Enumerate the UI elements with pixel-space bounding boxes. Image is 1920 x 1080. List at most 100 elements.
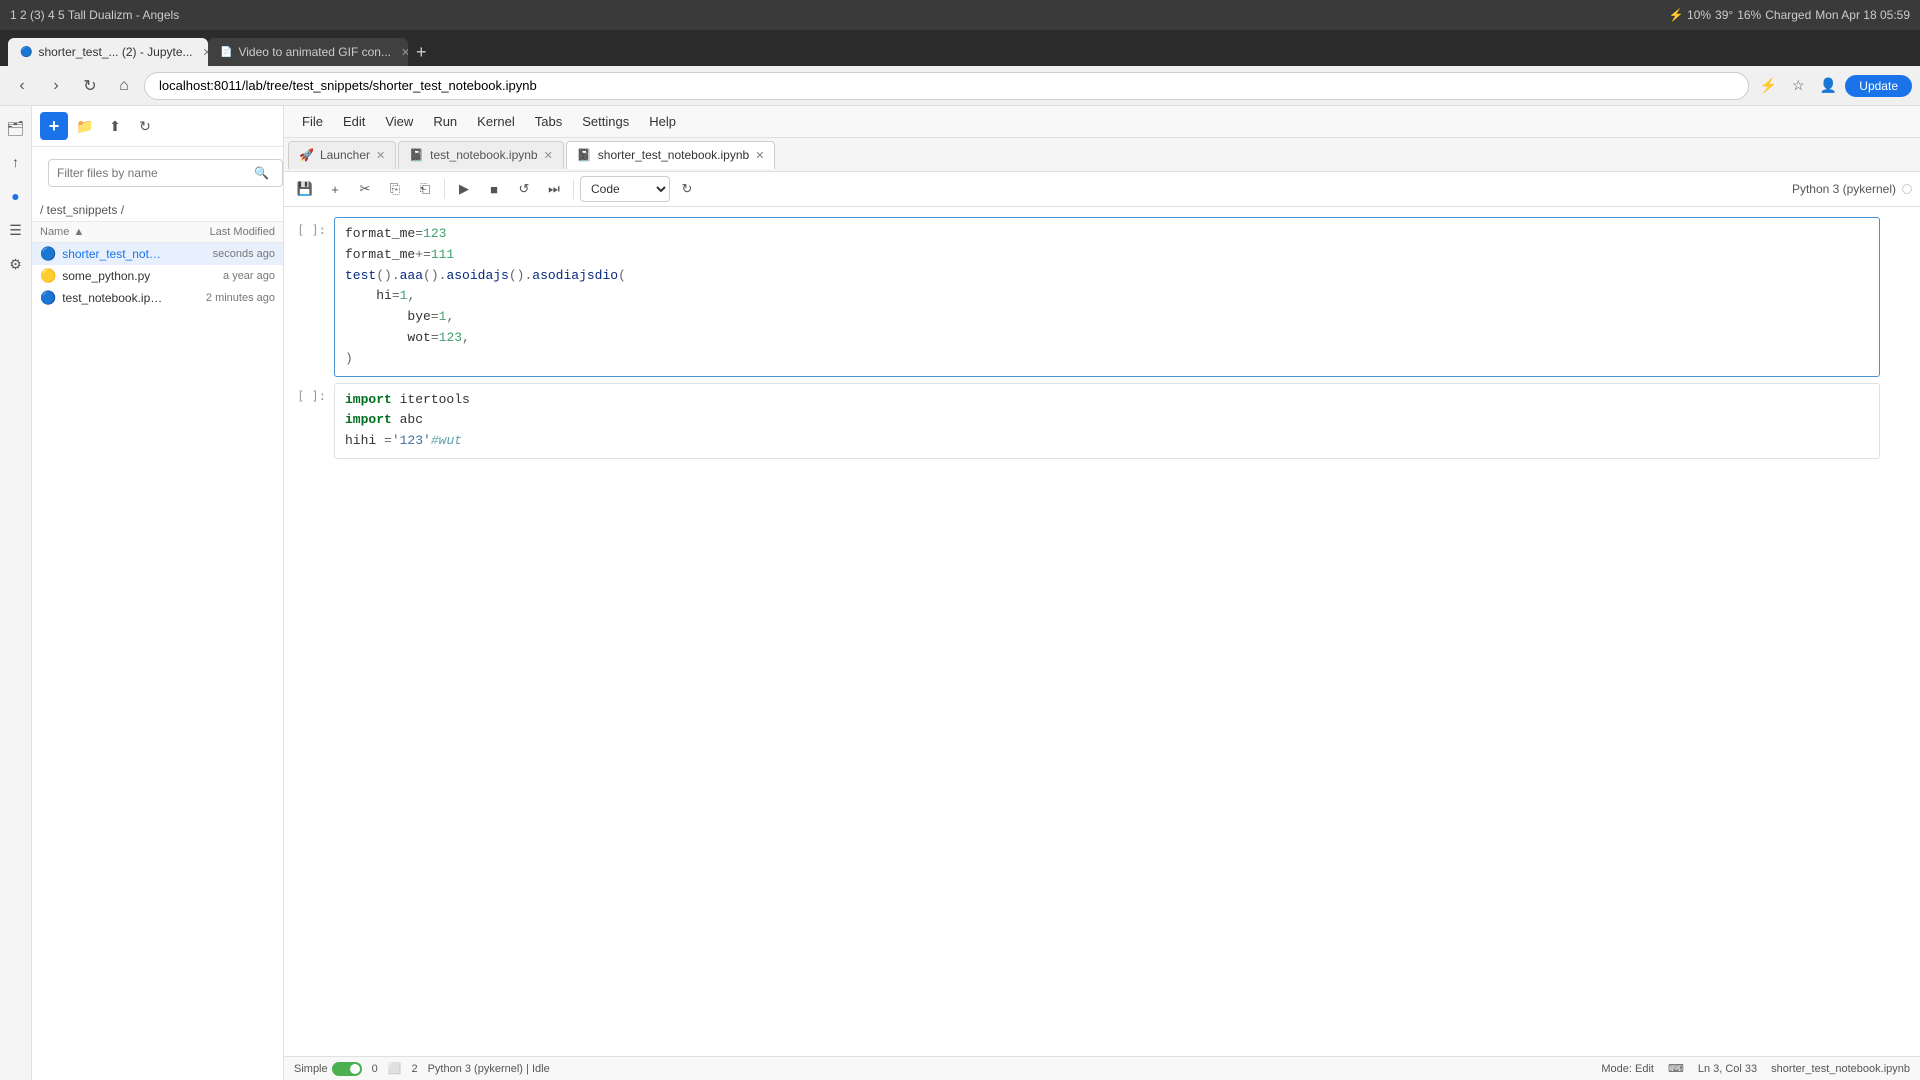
- restart-kernel-button[interactable]: ↺: [511, 176, 537, 202]
- settings-icon-button[interactable]: ⚙: [2, 250, 30, 278]
- list-item[interactable]: 🟡 some_python.py a year ago: [32, 265, 283, 287]
- tab2-close-icon[interactable]: ✕: [401, 46, 408, 59]
- cell-row: [ ]: import itertools import abc hihi ='…: [284, 383, 1920, 459]
- app-container: 🗂 ↑ ● ☰ ⚙ + 📁 ⬆ ↻ 🔍 / test_snippets / Na…: [0, 106, 1920, 1080]
- file-item-name: test_notebook.ipynb: [62, 291, 165, 305]
- open-folder-button[interactable]: 📁: [72, 113, 98, 139]
- clock: Mon Apr 18 05:59: [1815, 8, 1910, 22]
- cell-content-active[interactable]: format_me=123 format_me+=111 test().aaa(…: [334, 217, 1880, 377]
- home-button[interactable]: ⌂: [110, 72, 138, 100]
- file-item-name: shorter_test_notebook.ip...: [62, 247, 165, 261]
- browser-tab-2[interactable]: 📄 Video to animated GIF con... ✕: [208, 38, 408, 66]
- extensions-button[interactable]: ⚡: [1755, 73, 1781, 99]
- test-notebook-tab-close[interactable]: ✕: [544, 149, 553, 162]
- menu-kernel[interactable]: Kernel: [467, 110, 525, 133]
- address-bar[interactable]: [144, 72, 1749, 100]
- list-item[interactable]: 🔵 test_notebook.ipynb 2 minutes ago: [32, 287, 283, 309]
- menu-help[interactable]: Help: [639, 110, 686, 133]
- file-list: 🔵 shorter_test_notebook.ip... seconds ag…: [32, 243, 283, 1080]
- tab-shorter-test[interactable]: 📓 shorter_test_notebook.ipynb ✕: [566, 141, 776, 169]
- running-icon-button[interactable]: ↑: [2, 148, 30, 176]
- file-item-modified: a year ago: [165, 270, 275, 282]
- simple-toggle-track[interactable]: [332, 1062, 362, 1076]
- stop-kernel-button[interactable]: ■: [481, 176, 507, 202]
- paste-cell-button[interactable]: ⎗: [412, 176, 438, 202]
- current-file-name: shorter_test_notebook.ipynb: [1771, 1063, 1910, 1075]
- new-file-button[interactable]: +: [40, 112, 68, 140]
- jupyter-menu-bar: File Edit View Run Kernel Tabs Settings …: [284, 106, 1920, 138]
- memory-status: 16%: [1737, 8, 1761, 22]
- shorter-tab-label: shorter_test_notebook.ipynb: [598, 148, 749, 162]
- kernel-idle-label: Python 3 (pykernel) | Idle: [428, 1063, 550, 1075]
- encoding-icon: ⌨: [1668, 1062, 1684, 1075]
- launcher-tab-icon: 🚀: [299, 148, 314, 162]
- toolbar-separator: [444, 179, 445, 199]
- column-name-header[interactable]: Name ▲: [40, 226, 165, 238]
- refresh-button[interactable]: ↻: [674, 176, 700, 202]
- notebook-tabs: 🚀 Launcher ✕ 📓 test_notebook.ipynb ✕ 📓 s…: [284, 138, 1920, 172]
- jupyter-main: File Edit View Run Kernel Tabs Settings …: [284, 106, 1920, 1080]
- tab1-favicon: 🔵: [20, 47, 32, 58]
- menu-tabs[interactable]: Tabs: [525, 110, 572, 133]
- bookmark-button[interactable]: ☆: [1785, 73, 1811, 99]
- launcher-tab-label: Launcher: [320, 148, 370, 162]
- forward-button[interactable]: ›: [42, 72, 70, 100]
- file-item-modified: seconds ago: [165, 248, 275, 260]
- add-cell-button[interactable]: +: [322, 176, 348, 202]
- tab1-label: shorter_test_... (2) - Jupyte...: [38, 45, 192, 59]
- files-icon-button[interactable]: 🗂: [2, 114, 30, 142]
- fast-forward-button[interactable]: ⏭: [541, 176, 567, 202]
- run-cell-button[interactable]: ▶: [451, 176, 477, 202]
- shorter-tab-icon: 📓: [577, 148, 592, 162]
- copy-cell-button[interactable]: ⎘: [382, 176, 408, 202]
- upload-button[interactable]: ⬆: [102, 113, 128, 139]
- workspace-label: 1 2 (3) 4 5 Tall Dualizm - Angels: [10, 8, 179, 22]
- file-breadcrumb: / test_snippets /: [32, 199, 283, 222]
- launcher-tab-close[interactable]: ✕: [376, 149, 385, 162]
- simple-label: Simple: [294, 1063, 328, 1075]
- save-button[interactable]: 💾: [292, 176, 318, 202]
- cell-indicator: [ ]:: [284, 217, 334, 377]
- active-icon-button[interactable]: ●: [2, 182, 30, 210]
- browser-nav-bar: ‹ › ↻ ⌂ ⚡ ☆ 👤 Update: [0, 66, 1920, 106]
- list-item[interactable]: 🔵 shorter_test_notebook.ip... seconds ag…: [32, 243, 283, 265]
- code-area[interactable]: import itertools import abc hihi ='123'#…: [335, 384, 1879, 458]
- tab-test-notebook[interactable]: 📓 test_notebook.ipynb ✕: [398, 141, 564, 169]
- file-sidebar: + 📁 ⬆ ↻ 🔍 / test_snippets / Name ▲ Last …: [32, 106, 284, 1080]
- cell-type-select[interactable]: Code Markdown Raw: [580, 176, 670, 202]
- menu-view[interactable]: View: [375, 110, 423, 133]
- new-tab-button[interactable]: +: [408, 38, 435, 66]
- simple-toggle-thumb: [350, 1064, 360, 1074]
- battery-status: ⚡ 10%: [1669, 8, 1711, 22]
- back-button[interactable]: ‹: [8, 72, 36, 100]
- profile-button[interactable]: 👤: [1815, 73, 1841, 99]
- simple-toggle[interactable]: Simple: [294, 1062, 362, 1076]
- notebook-editor[interactable]: [ ]: format_me=123 format_me+=111 test()…: [284, 207, 1920, 1056]
- cell-content-inactive[interactable]: import itertools import abc hihi ='123'#…: [334, 383, 1880, 459]
- menu-settings[interactable]: Settings: [572, 110, 639, 133]
- file-search-container: 🔍: [40, 153, 275, 193]
- cut-cell-button[interactable]: ✂: [352, 176, 378, 202]
- reload-button[interactable]: ↻: [76, 72, 104, 100]
- kernel-status-indicator: [1902, 184, 1912, 194]
- shorter-tab-close[interactable]: ✕: [755, 149, 764, 162]
- file-item-modified: 2 minutes ago: [165, 292, 275, 304]
- test-notebook-tab-label: test_notebook.ipynb: [430, 148, 537, 162]
- code-area[interactable]: format_me=123 format_me+=111 test().aaa(…: [335, 218, 1879, 376]
- update-button[interactable]: Update: [1845, 75, 1912, 97]
- menu-run[interactable]: Run: [423, 110, 467, 133]
- cell-indicator: [ ]:: [284, 383, 334, 459]
- list-icon-button[interactable]: ☰: [2, 216, 30, 244]
- refresh-files-button[interactable]: ↻: [132, 113, 158, 139]
- file-search-input[interactable]: [48, 159, 283, 187]
- menu-edit[interactable]: Edit: [333, 110, 375, 133]
- nav-actions: ⚡ ☆ 👤 Update: [1755, 73, 1912, 99]
- tab2-favicon: 📄: [220, 47, 232, 58]
- tab-launcher[interactable]: 🚀 Launcher ✕: [288, 141, 396, 169]
- file-sidebar-toolbar: + 📁 ⬆ ↻: [32, 106, 283, 147]
- notebook-toolbar: 💾 + ✂ ⎘ ⎗ ▶ ■ ↺ ⏭ Code Markdown Raw ↻ Py…: [284, 172, 1920, 207]
- menu-file[interactable]: File: [292, 110, 333, 133]
- notebook-icon: 🔵: [40, 246, 56, 262]
- browser-tab-1[interactable]: 🔵 shorter_test_... (2) - Jupyte... ✕: [8, 38, 208, 66]
- column-modified-header: Last Modified: [165, 226, 275, 238]
